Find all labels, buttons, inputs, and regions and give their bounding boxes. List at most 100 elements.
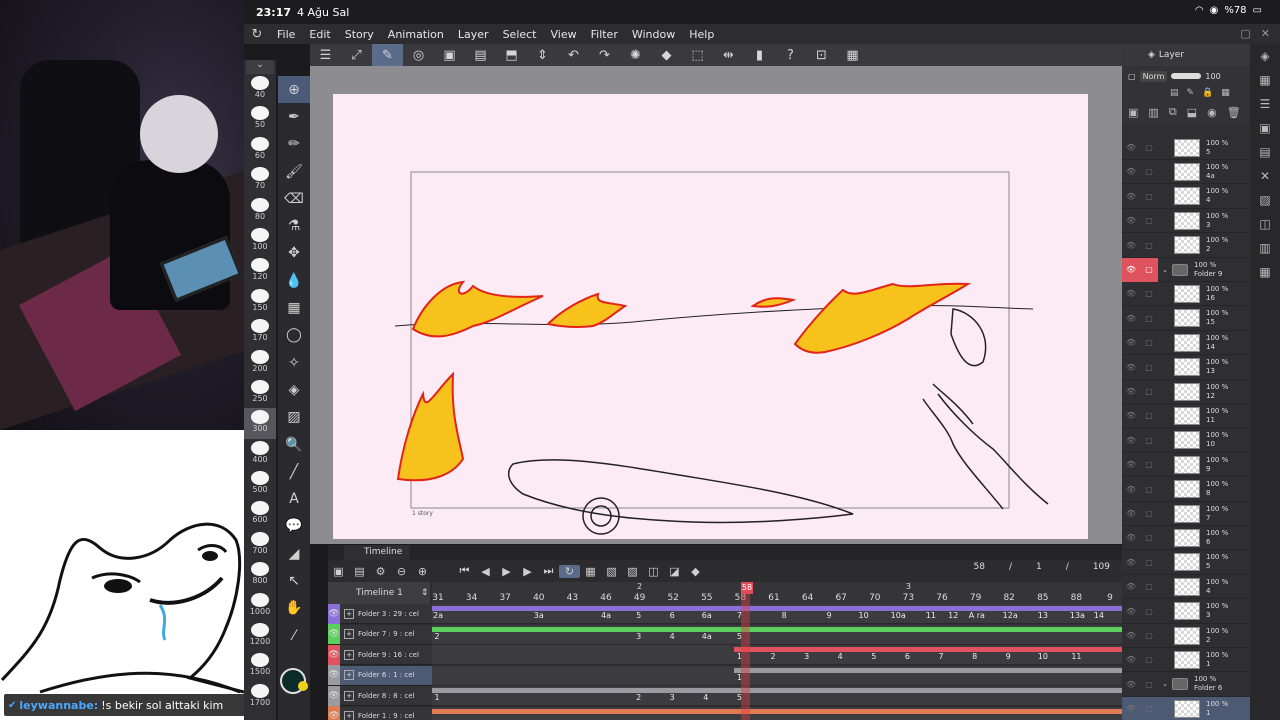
lock-toggle-icon[interactable]: ▢ — [1140, 624, 1158, 648]
layer-item[interactable]: 👁 ▢ 100 % 4 — [1122, 185, 1250, 209]
timeline-track[interactable]: 👁 + Folder 3 : 29 : cel 2a 3a 4a 5 6 6a 7 8 9 10 10a 1… — [328, 603, 1122, 624]
menu-edit[interactable]: Edit — [302, 28, 337, 41]
lock-toggle-icon[interactable]: ▢ — [1140, 648, 1158, 672]
layer-item[interactable]: 👁 ▢ 100 % 12 — [1122, 380, 1250, 404]
redo-icon[interactable]: ↷ — [589, 44, 620, 66]
fill-icon[interactable]: ◆ — [651, 44, 682, 66]
lock-toggle-icon[interactable]: ▢ — [1140, 428, 1158, 452]
new-folder-icon[interactable]: ▥ — [1148, 106, 1158, 119]
grid-tool-icon[interactable]: ▦ — [278, 294, 310, 321]
lock-toggle-icon[interactable]: ▢ — [1140, 306, 1158, 330]
companion-mode-icon[interactable]: ◎ — [403, 44, 434, 66]
cel-label[interactable]: 3 — [804, 652, 809, 661]
cel-label[interactable]: 10 — [1038, 652, 1048, 661]
track-frames[interactable]: 1 2 3 4 5 6 7 8 9 10 11 — [432, 645, 1122, 665]
tab-timeline[interactable]: Timeline — [344, 545, 411, 560]
brush-size-item[interactable]: 70 — [244, 165, 276, 195]
zoom-out-icon[interactable]: ⊖ — [391, 565, 412, 578]
lock-toggle-icon[interactable]: ▢ — [1140, 233, 1158, 257]
color-set-icon[interactable]: ▦ — [1250, 260, 1280, 284]
timeline-track[interactable]: 👁 + Folder 8 : 8 : cel 1 2 3 4 5 — [328, 685, 1122, 706]
lock-toggle-icon[interactable]: ▢ — [1140, 672, 1158, 696]
zoom-tool-icon[interactable]: 🔍 — [278, 431, 310, 458]
eye-icon[interactable]: 👁 — [1122, 380, 1140, 404]
decoration-tool-icon[interactable]: ⚗ — [278, 212, 310, 239]
brush-size-item[interactable]: 600 — [244, 499, 276, 529]
onion-skin-icon[interactable]: ◫ — [643, 565, 664, 578]
pen-tool-icon[interactable]: ✒ — [278, 103, 310, 130]
eye-icon[interactable]: 👁 — [328, 706, 340, 720]
cel-label[interactable]: 4 — [838, 652, 843, 661]
menu-select[interactable]: Select — [496, 28, 544, 41]
cel-label[interactable]: 10a — [891, 611, 906, 620]
frame-ruler[interactable]: 31 34 37 40 43 46 49 52 55 58 61 64 67 70 73 76 79 82 85 88… — [432, 582, 1122, 604]
cel-label[interactable]: 3a — [534, 611, 544, 620]
lock-toggle-icon[interactable]: ▢ — [1140, 550, 1158, 574]
timeline-selector[interactable]: Timeline 1 ⇕ — [328, 582, 430, 604]
track-header[interactable]: 👁 + Folder 8 : 8 : cel — [328, 685, 432, 706]
cel-label[interactable]: 11 — [926, 611, 936, 620]
balloon-tool-icon[interactable]: 💬 — [278, 513, 310, 540]
sub-tool-panel-icon[interactable]: ✕ — [1250, 164, 1280, 188]
brush-size-item[interactable]: 1500 — [244, 651, 276, 681]
eye-icon[interactable]: 👁 — [1122, 697, 1140, 720]
layer-item[interactable]: 👁 ▢ 100 % 1 — [1122, 648, 1250, 673]
expand-icon[interactable]: + — [344, 608, 354, 619]
expand-icon[interactable]: + — [344, 711, 354, 720]
cel-label[interactable]: 9 — [826, 611, 831, 620]
text-tool-icon[interactable]: A — [278, 485, 310, 512]
eye-icon[interactable]: 👁 — [1122, 550, 1140, 574]
eye-icon[interactable]: 👁 — [328, 665, 340, 685]
new-animation-folder-icon[interactable]: ▦ — [580, 565, 601, 578]
eye-icon[interactable]: 👁 — [1122, 624, 1140, 648]
track-frames[interactable]: 1 — [432, 665, 1122, 686]
reference-icon[interactable]: ✎ — [1187, 88, 1195, 98]
timeline-track[interactable]: 👁 + Folder 6 : 1 : cel 1 — [328, 665, 1122, 686]
help-icon[interactable]: ? — [775, 44, 806, 66]
pencil-tool-icon[interactable]: ✏ — [278, 131, 310, 158]
merge-icon[interactable]: ⬓ — [1187, 106, 1197, 119]
chevron-down-icon[interactable]: ⌄ — [246, 60, 274, 74]
menu-animation[interactable]: Animation — [381, 28, 451, 41]
eye-icon[interactable]: 👁 — [1122, 502, 1140, 526]
calculator-icon[interactable]: ▦ — [837, 44, 868, 66]
eye-icon[interactable]: 👁 — [1122, 257, 1140, 282]
track-header[interactable]: 👁 + Folder 1 : 9 : cel — [328, 706, 432, 720]
blend-tool-icon[interactable]: 💧 — [278, 267, 310, 294]
track-header[interactable]: 👁 + Folder 9 : 16 : cel — [328, 644, 432, 665]
brush-size-item[interactable]: 60 — [244, 135, 276, 165]
lock-toggle-icon[interactable]: ▢ — [1140, 257, 1158, 282]
layer-item[interactable]: 👁 ▢ 100 % 10 — [1122, 429, 1250, 453]
eye-icon[interactable]: 👁 — [328, 644, 340, 665]
cel-label[interactable]: 3 — [636, 632, 641, 641]
brush-size-item[interactable]: 1200 — [244, 621, 276, 651]
layer-item[interactable]: 👁 ▢ 100 % 11 — [1122, 404, 1250, 429]
transform-icon[interactable]: ⬚ — [682, 44, 713, 66]
operation-tool-icon[interactable]: ⊕ — [278, 76, 310, 104]
assign-cel-icon[interactable]: ▨ — [622, 565, 643, 578]
lock-toggle-icon[interactable]: ▢ — [1140, 380, 1158, 404]
menu-window[interactable]: Window — [625, 28, 682, 41]
canvas-paper[interactable]: 1 story — [333, 94, 1088, 539]
chevron-down-icon[interactable]: ⌄ — [1158, 266, 1172, 274]
eye-icon[interactable]: 👁 — [328, 603, 340, 624]
brush-size-item[interactable]: 500 — [244, 469, 276, 499]
brush-size-item[interactable]: 250 — [244, 378, 276, 408]
cel-label[interactable]: 5 — [871, 652, 876, 661]
navigator-panel-icon[interactable]: ▣ — [1250, 116, 1280, 140]
sub-color-swatch[interactable] — [298, 681, 308, 691]
layer-item[interactable]: 👁 ▢ 100 % 15 — [1122, 307, 1250, 331]
ruler-icon[interactable]: ▮ — [744, 44, 775, 66]
eye-icon[interactable]: 👁 — [328, 685, 340, 706]
opacity-slider[interactable] — [1171, 73, 1202, 79]
close-window-icon[interactable]: ✕ — [1261, 27, 1270, 40]
cel-label[interactable]: 4 — [703, 693, 708, 702]
layer-type-icon[interactable]: ▢ — [1128, 72, 1136, 81]
eye-icon[interactable]: 👁 — [1122, 526, 1140, 550]
eye-icon[interactable]: 👁 — [1122, 477, 1140, 501]
eye-icon[interactable]: 👁 — [1122, 672, 1140, 696]
brush-size-item[interactable]: 800 — [244, 560, 276, 590]
menu-view[interactable]: View — [544, 28, 584, 41]
minimize-icon[interactable]: ▢ — [1240, 27, 1250, 40]
track-frames[interactable]: 2a 3a 4a 5 6 6a 7 8 9 10 10a 11 12 A ra 12a 13 13a 14 — [432, 604, 1122, 624]
